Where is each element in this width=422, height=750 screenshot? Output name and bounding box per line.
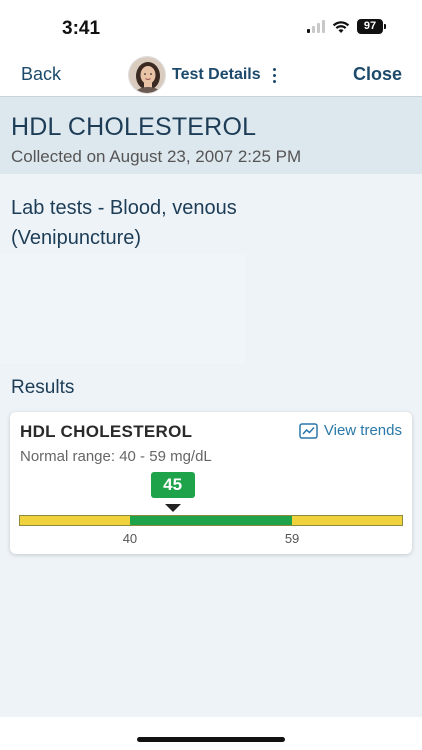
nav-title: Test Details [172, 66, 261, 83]
status-icons: 97 [307, 19, 386, 34]
status-bar: 3:41 97 [0, 0, 422, 56]
avatar[interactable] [128, 56, 166, 94]
result-name: HDL CHOLESTEROL [20, 422, 193, 441]
wifi-icon [332, 20, 350, 33]
range-segment-normal [130, 516, 292, 525]
page-title: HDL CHOLESTEROL [11, 113, 257, 141]
nav-bar: Back Test Details Close [0, 56, 422, 96]
close-button[interactable]: Close [353, 64, 402, 85]
value-pointer-icon [164, 504, 181, 512]
test-header: HDL CHOLESTEROL Collected on August 23, … [0, 96, 422, 174]
nav-title-group[interactable]: Test Details [128, 56, 276, 94]
result-card: HDL CHOLESTEROL View trends Normal range… [10, 412, 412, 554]
battery-level: 97 [357, 19, 383, 34]
cellular-signal-icon [307, 20, 325, 33]
normal-range: Normal range: 40 - 59 mg/dL [20, 448, 212, 465]
main-content: Lab tests - Blood, venous (Venipuncture)… [0, 174, 422, 717]
back-button[interactable]: Back [21, 64, 61, 85]
trend-chart-icon [299, 422, 318, 439]
home-indicator[interactable] [137, 737, 285, 742]
lab-test-type: Lab tests - Blood, venous (Venipuncture) [11, 197, 237, 249]
battery-icon: 97 [357, 19, 386, 34]
range-segment-high [291, 516, 402, 525]
view-trends-label: View trends [323, 422, 402, 439]
home-area [0, 717, 422, 750]
more-options-icon[interactable] [272, 67, 276, 83]
results-heading: Results [11, 377, 75, 398]
range-high-label: 59 [284, 531, 300, 546]
view-trends-link[interactable]: View trends [299, 422, 402, 439]
result-value-badge: 45 [150, 472, 195, 498]
empty-panel [0, 254, 245, 364]
collected-date: Collected on August 23, 2007 2:25 PM [11, 147, 302, 166]
range-low-label: 40 [122, 531, 138, 546]
range-bar [19, 515, 403, 526]
range-segment-low [20, 516, 131, 525]
status-time: 3:41 [62, 18, 101, 39]
